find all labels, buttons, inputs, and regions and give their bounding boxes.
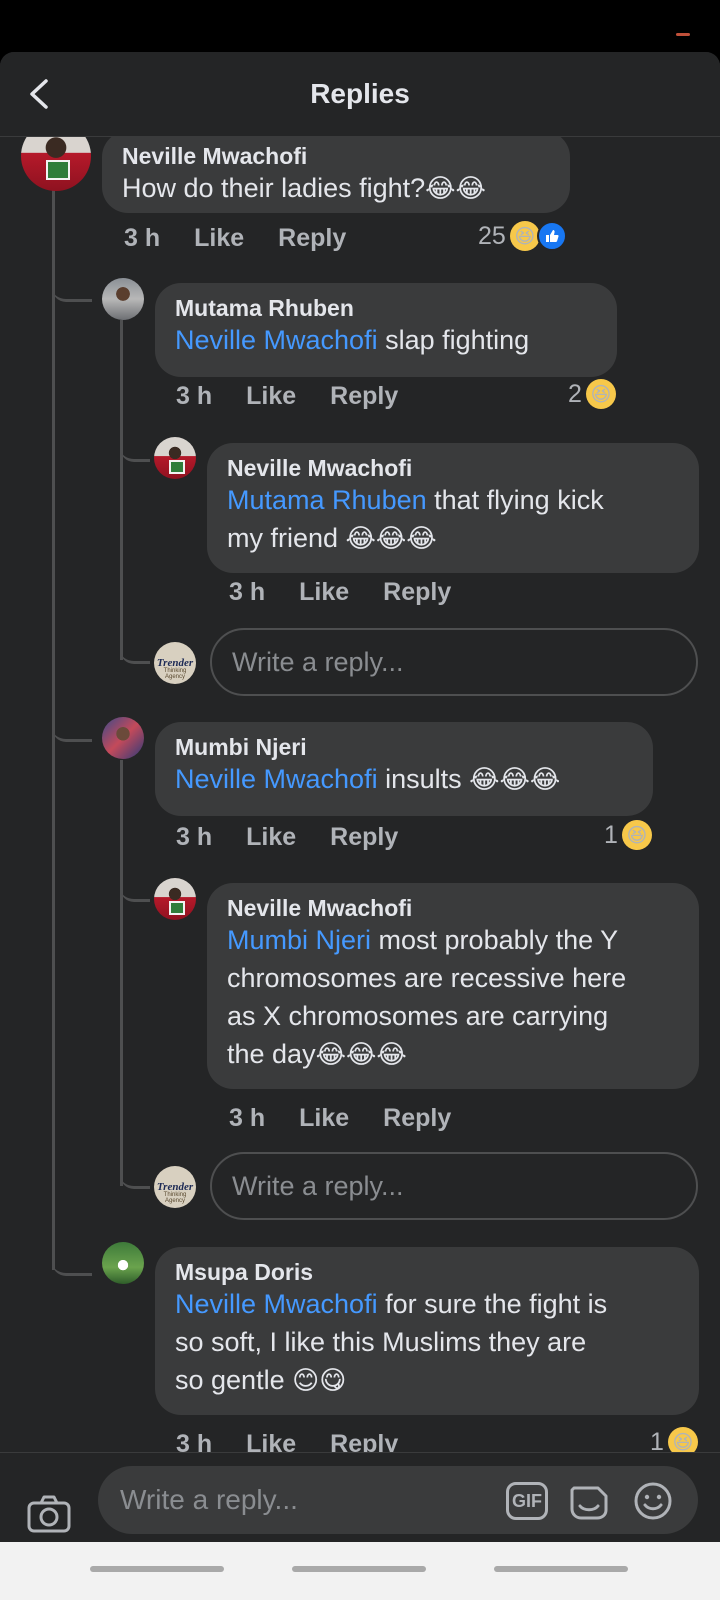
comment-time: 3 h — [176, 381, 213, 410]
comment-bubble: Neville Mwachofi Mutama Rhuben that flyi… — [207, 443, 699, 573]
comment-text: Neville Mwachofi for sure the fight is so… — [175, 1289, 608, 1395]
sticker-button[interactable] — [568, 1480, 610, 1522]
replies-sheet: Replies Neville Mwachofi How do their la… — [0, 52, 720, 1600]
comment-bubble: Mutama Rhuben Neville Mwachofi slap figh… — [155, 283, 617, 377]
comment-actions: 3 h Like Reply — [176, 820, 432, 854]
reply-button[interactable]: Reply — [330, 823, 398, 852]
sticker-icon — [570, 1486, 608, 1520]
comment-time: 3 h — [229, 1103, 266, 1132]
comment-actions: 3 h Like Reply — [229, 575, 485, 609]
like-button[interactable]: Like — [299, 578, 349, 607]
avatar[interactable] — [102, 717, 144, 759]
comment-actions: 3 h Like Reply — [229, 1101, 485, 1135]
comment-author[interactable]: Mutama Rhuben — [175, 295, 597, 321]
comment-actions: 3 h Like Reply — [124, 221, 380, 255]
comment-bubble: Neville Mwachofi Mumbi Njeri most probab… — [207, 883, 699, 1089]
comment-thread: Neville Mwachofi How do their ladies fig… — [0, 137, 720, 1532]
comment-author[interactable]: Neville Mwachofi — [122, 143, 550, 169]
comment-text: Neville Mwachofi slap fighting — [175, 325, 530, 355]
avatar[interactable] — [154, 878, 196, 920]
laugh-emoji-icon: 😆 — [621, 820, 652, 850]
reply-button[interactable]: Reply — [383, 578, 451, 607]
status-bar — [0, 0, 720, 52]
thread-connector — [52, 717, 92, 742]
page-title: Replies — [310, 78, 410, 109]
reply-input[interactable]: Write a reply... — [210, 1152, 698, 1220]
thread-connector — [52, 277, 92, 302]
comment-bubble: Mumbi Njeri Neville Mwachofi insults 😂😂😂 — [155, 722, 653, 816]
laugh-emoji-icon: 😆 — [509, 221, 540, 251]
reply-button[interactable]: Reply — [383, 1104, 451, 1133]
laugh-emoji-icon: 😆 — [585, 379, 616, 409]
thread-connector — [120, 1162, 150, 1189]
like-icon — [536, 221, 567, 251]
emoji-button[interactable] — [632, 1480, 674, 1522]
reaction-count[interactable]: 25 😆 — [478, 221, 567, 251]
comment-text: Neville Mwachofi insults 😂😂😂 — [175, 764, 561, 794]
nav-handle[interactable] — [292, 1566, 426, 1572]
thread-connector — [120, 437, 150, 462]
emoji-icon — [634, 1482, 672, 1520]
reply-button[interactable]: Reply — [278, 224, 346, 253]
comment-bubble: Msupa Doris Neville Mwachofi for sure th… — [155, 1247, 699, 1415]
comment-author[interactable]: Msupa Doris — [175, 1259, 679, 1285]
comment-time: 3 h — [124, 223, 161, 252]
laugh-emoji-icon: 😂😂😂 — [469, 764, 561, 794]
comment-time: 3 h — [176, 822, 213, 851]
avatar[interactable] — [154, 437, 196, 479]
smile-emoji-icon: 😊😋 — [292, 1365, 347, 1395]
thread-connector — [120, 637, 150, 664]
mention-link[interactable]: Mumbi Njeri — [227, 925, 371, 955]
composer-input[interactable]: Write a reply... GIF — [98, 1466, 698, 1534]
mention-link[interactable]: Neville Mwachofi — [175, 1289, 378, 1319]
like-button[interactable]: Like — [194, 224, 244, 253]
gif-icon[interactable]: GIF — [506, 1482, 548, 1520]
comment-author[interactable]: Neville Mwachofi — [227, 895, 679, 921]
nav-handle[interactable] — [90, 1566, 224, 1572]
comment-author[interactable]: Mumbi Njeri — [175, 734, 633, 760]
avatar[interactable] — [21, 137, 91, 191]
laugh-emoji-icon: 😂😂😂 — [345, 523, 437, 553]
system-nav-bar — [0, 1542, 720, 1600]
comment-time: 3 h — [229, 577, 266, 606]
comment-actions: 3 h Like Reply — [176, 379, 432, 413]
reaction-count[interactable]: 1 😆 — [604, 820, 652, 850]
avatar[interactable] — [102, 1242, 144, 1284]
reply-input[interactable]: Write a reply... — [210, 628, 698, 696]
mention-link[interactable]: Neville Mwachofi — [175, 764, 378, 794]
laugh-emoji-icon: 😂😂😂 — [315, 1039, 407, 1069]
avatar[interactable]: Trender Thinking Agency — [154, 642, 196, 684]
avatar[interactable]: Trender Thinking Agency — [154, 1166, 196, 1208]
comment-text: Mumbi Njeri most probably the Ychromosom… — [227, 925, 627, 1069]
comment-bubble: Neville Mwachofi How do their ladies fig… — [102, 137, 570, 213]
camera-button[interactable] — [26, 1491, 72, 1537]
thread-connector — [52, 1247, 92, 1276]
comment-text: Mutama Rhuben that flying kick my friend … — [227, 485, 604, 553]
mention-link[interactable]: Neville Mwachofi — [175, 325, 378, 355]
status-indicator — [676, 33, 690, 36]
mention-link[interactable]: Mutama Rhuben — [227, 485, 427, 515]
thread-line — [120, 320, 123, 660]
comment-author[interactable]: Neville Mwachofi — [227, 455, 679, 481]
nav-handle[interactable] — [494, 1566, 628, 1572]
avatar[interactable] — [102, 278, 144, 320]
like-button[interactable]: Like — [246, 823, 296, 852]
camera-icon — [27, 1495, 71, 1533]
laugh-emoji-icon: 😂😂 — [425, 173, 486, 203]
reaction-count[interactable]: 2 😆 — [568, 379, 616, 409]
comment-text: How do their ladies fight?😂😂 — [122, 173, 486, 203]
like-button[interactable]: Like — [246, 382, 296, 411]
like-button[interactable]: Like — [299, 1104, 349, 1133]
thread-connector — [120, 877, 150, 902]
header: Replies — [0, 52, 720, 137]
reply-button[interactable]: Reply — [330, 382, 398, 411]
thread-line — [120, 760, 123, 1186]
